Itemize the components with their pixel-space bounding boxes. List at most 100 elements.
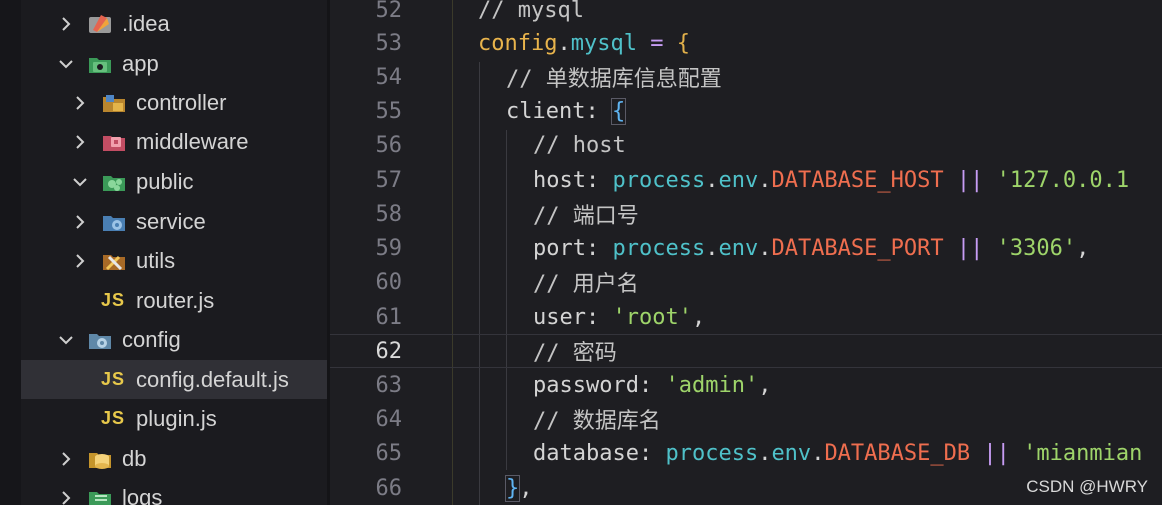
code-line[interactable]: 61 user: 'root', — [330, 300, 1162, 334]
tree-item-middleware[interactable]: middleware — [21, 122, 327, 161]
tree-item-config-default-js[interactable]: JS config.default.js — [21, 360, 327, 399]
token-property: env — [718, 167, 759, 193]
token-punct: . — [705, 167, 719, 193]
code-line[interactable]: 55 client: { — [330, 94, 1162, 128]
line-number: 63 — [375, 372, 403, 398]
tree-item-label: router.js — [136, 287, 215, 313]
code-line-current[interactable]: 62 // 密码 — [330, 334, 1162, 368]
token-key: user — [533, 304, 586, 330]
js-file-icon: JS — [101, 408, 126, 428]
token-constant: DATABASE_HOST — [771, 167, 944, 193]
line-number: 62 — [375, 338, 403, 364]
tree-item-router-js[interactable]: JS router.js — [21, 281, 327, 320]
token-constant: DATABASE_DB — [824, 440, 971, 466]
watermark: CSDN @HWRY — [1026, 477, 1148, 496]
code-line[interactable]: 57 host: process.env.DATABASE_HOST || '1… — [330, 163, 1162, 197]
tree-item-service[interactable]: service — [21, 202, 327, 241]
token-punct: : — [585, 98, 612, 124]
tree-item-label: service — [136, 208, 206, 234]
tree-item-label: utils — [136, 247, 176, 273]
token-punct: : — [585, 235, 613, 261]
code-line[interactable]: 60 // 用户名 — [330, 265, 1162, 299]
comment: // 单数据库信息配置 — [506, 67, 722, 92]
code-line[interactable]: 64 // 数据库名 — [330, 402, 1162, 436]
tree-item-controller[interactable]: controller — [21, 83, 327, 122]
chevron-right-icon — [76, 95, 85, 110]
line-code: // 单数据库信息配置 — [506, 61, 722, 93]
code-editor[interactable]: 52 // mysql 53 config.mysql = { 54 // 单数… — [330, 0, 1162, 505]
comment: // 密码 — [533, 341, 617, 366]
code-line[interactable]: 63 password: 'admin', — [330, 368, 1162, 402]
db-folder-icon — [89, 452, 111, 469]
line-code: client: { — [506, 97, 627, 125]
token-punct: : — [585, 167, 613, 193]
token-string: '127.0.0.1 — [996, 167, 1130, 193]
chevron-down-icon — [59, 59, 73, 68]
token-key: port — [533, 235, 586, 261]
line-code: // 密码 — [533, 335, 617, 367]
tree-item-logs[interactable]: logs — [21, 478, 327, 505]
tree-item-label: .idea — [122, 10, 170, 36]
line-code: config.mysql = { — [478, 31, 690, 56]
controller-folder-icon — [103, 94, 125, 112]
line-number: 55 — [375, 98, 403, 124]
line-number: 57 — [375, 167, 403, 193]
line-number: 59 — [375, 235, 403, 261]
tree-item-config[interactable]: config — [21, 320, 327, 359]
chevron-right-icon — [62, 490, 71, 505]
line-number: 65 — [375, 440, 403, 466]
line-code: // host — [533, 133, 626, 158]
line-code: // 端口号 — [533, 198, 639, 230]
tree-item-idea[interactable]: .idea — [21, 4, 327, 43]
explorer-gutter — [0, 0, 21, 505]
file-explorer: .idea app controller middleware public s… — [0, 0, 327, 505]
token-property: process — [665, 440, 759, 466]
line-number: 58 — [375, 201, 403, 227]
tree-item-label: plugin.js — [136, 405, 217, 431]
code-line[interactable]: 59 port: process.env.DATABASE_PORT || '3… — [330, 231, 1162, 265]
token-punct: . — [758, 167, 772, 193]
token-punct: . — [758, 235, 772, 261]
chevron-down-icon — [59, 335, 73, 344]
chevron-right-icon — [76, 253, 85, 268]
token-property: mysql — [570, 30, 637, 56]
token-string: 'root' — [612, 304, 692, 330]
comment: // 数据库名 — [533, 409, 661, 434]
token-punct: , — [691, 304, 706, 330]
token-brace: { — [610, 97, 627, 125]
token-operator: || — [943, 235, 997, 261]
js-file-icon: JS — [101, 369, 126, 389]
comment: // host — [533, 132, 626, 158]
tree-item-label: logs — [122, 484, 163, 505]
token-punct: : — [585, 304, 613, 330]
line-number: 56 — [375, 132, 403, 158]
tree-item-label: config — [122, 326, 181, 352]
middleware-folder-icon — [103, 135, 125, 151]
config-folder-icon — [89, 333, 111, 349]
token-operator: || — [970, 440, 1024, 466]
comment: // 端口号 — [533, 204, 639, 229]
code-line[interactable]: 52 // mysql — [330, 0, 1162, 27]
tree-item-app[interactable]: app — [21, 44, 327, 83]
token-constant: DATABASE_PORT — [771, 235, 944, 261]
line-code: }, — [504, 474, 533, 502]
comment: // 用户名 — [533, 272, 639, 297]
tree-item-plugin-js[interactable]: JS plugin.js — [21, 399, 327, 438]
line-number: 53 — [375, 30, 403, 56]
tree-item-db[interactable]: db — [21, 439, 327, 478]
token-punct: , — [758, 372, 772, 398]
utils-folder-icon — [103, 254, 125, 270]
code-line[interactable]: 53 config.mysql = { — [330, 26, 1162, 60]
code-line[interactable]: 56 // host — [330, 128, 1162, 162]
tree-item-utils[interactable]: utils — [21, 241, 327, 280]
token-string: 'mianmian — [1023, 440, 1143, 466]
code-line[interactable]: 54 // 单数据库信息配置 — [330, 60, 1162, 94]
token-property: env — [718, 235, 759, 261]
tree-item-label: middleware — [136, 128, 249, 154]
code-line[interactable]: 58 // 端口号 — [330, 197, 1162, 231]
token-key: database — [533, 440, 639, 466]
tree-item-public[interactable]: public — [21, 162, 327, 201]
line-number: 66 — [375, 475, 403, 501]
token-property: process — [612, 235, 706, 261]
code-line[interactable]: 65 database: process.env.DATABASE_DB || … — [330, 436, 1162, 470]
